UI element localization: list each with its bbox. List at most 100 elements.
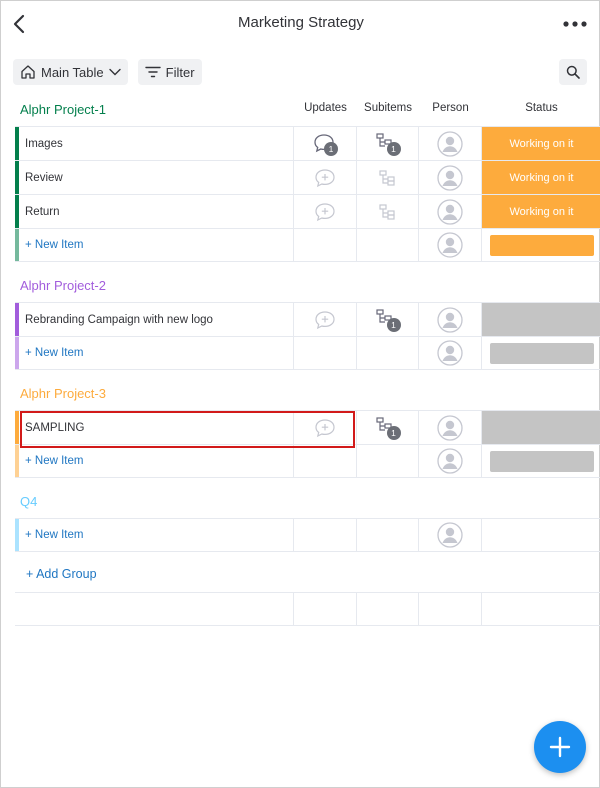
person-cell[interactable] <box>419 411 482 444</box>
top-bar: Marketing Strategy <box>1 1 600 47</box>
person-avatar-icon <box>437 522 463 548</box>
subitems-cell <box>357 229 419 261</box>
new-item-row: + New Item <box>15 444 600 478</box>
subitems-cell[interactable] <box>357 161 419 194</box>
status-label: Working on it <box>482 195 600 228</box>
subitems-cell[interactable] <box>357 195 419 228</box>
search-button[interactable] <box>559 59 587 85</box>
app-window: Marketing Strategy Main Table Filter Alp… <box>0 0 600 788</box>
item-name[interactable]: SAMPLING <box>19 411 294 444</box>
subitems-cell[interactable]: 1 <box>357 411 419 444</box>
person-cell[interactable] <box>419 161 482 194</box>
status-cell[interactable] <box>482 445 600 477</box>
person-cell[interactable] <box>419 229 482 261</box>
empty-table-row <box>15 592 600 626</box>
updates-cell <box>294 229 357 261</box>
board-toolbar: Main Table Filter <box>13 59 202 85</box>
person-cell[interactable] <box>419 445 482 477</box>
item-name[interactable]: Images <box>19 127 294 160</box>
new-item-button[interactable]: + New Item <box>19 337 294 369</box>
group-header: Alphr Project-2 <box>1 269 600 303</box>
group-header: Alphr Project-1 Updates Subitems Person … <box>1 93 600 127</box>
status-cell[interactable]: Working on it <box>482 195 600 228</box>
add-fab-button[interactable] <box>534 721 586 773</box>
updates-cell <box>294 519 357 551</box>
person-avatar-icon <box>437 448 463 474</box>
new-item-row: + New Item <box>15 518 600 552</box>
group-header: Q4 <box>1 485 600 519</box>
status-cell[interactable] <box>482 303 600 336</box>
add-update-icon <box>315 168 335 187</box>
new-item-button[interactable]: + New Item <box>19 229 294 261</box>
updates-cell[interactable] <box>294 303 357 336</box>
person-avatar-icon <box>437 164 463 191</box>
add-update-icon <box>315 418 335 437</box>
add-group-button[interactable]: + Add Group <box>26 567 97 581</box>
status-summary-bar <box>489 234 594 256</box>
updates-cell <box>294 337 357 369</box>
plus-icon <box>549 736 571 758</box>
updates-cell[interactable] <box>294 411 357 444</box>
subitems-cell <box>357 519 419 551</box>
group-title[interactable]: Q4 <box>20 494 37 509</box>
person-avatar-icon <box>437 306 463 333</box>
group-title[interactable]: Alphr Project-2 <box>20 278 106 293</box>
subitems-icon <box>378 169 395 186</box>
group-header: Alphr Project-3 <box>1 377 600 411</box>
group-title[interactable]: Alphr Project-1 <box>20 102 106 117</box>
person-cell[interactable] <box>419 195 482 228</box>
updates-cell[interactable] <box>294 195 357 228</box>
new-item-button[interactable]: + New Item <box>19 519 294 551</box>
empty-cell <box>357 593 419 625</box>
empty-cell <box>419 593 482 625</box>
column-header-subitems: Subitems <box>364 102 412 114</box>
table-row: SAMPLING 1 <box>15 410 600 444</box>
person-cell[interactable] <box>419 337 482 369</box>
table-row: Images 1 1 Working on it <box>15 126 600 160</box>
status-cell[interactable]: Working on it <box>482 161 600 194</box>
main-table-label: Main Table <box>41 64 104 80</box>
board-title: Marketing Strategy <box>238 14 364 31</box>
filter-button[interactable]: Filter <box>137 59 202 85</box>
new-item-row: + New Item <box>15 228 600 262</box>
person-cell[interactable] <box>419 127 482 160</box>
empty-cell <box>294 593 357 625</box>
new-item-row: + New Item <box>15 336 600 370</box>
status-summary-bar <box>489 342 594 364</box>
subitems-icon <box>378 203 395 220</box>
filter-icon <box>144 66 161 78</box>
home-icon <box>21 65 35 79</box>
person-cell[interactable] <box>419 519 482 551</box>
subitems-cell[interactable]: 1 <box>357 127 419 160</box>
status-cell <box>482 519 600 551</box>
table-row: Rebranding Campaign with new logo 1 <box>15 302 600 336</box>
person-avatar-icon <box>437 232 463 258</box>
item-name[interactable]: Rebranding Campaign with new logo <box>19 303 294 336</box>
updates-cell[interactable]: 1 <box>294 127 357 160</box>
status-label: Working on it <box>482 127 600 160</box>
status-cell[interactable]: Working on it <box>482 127 600 160</box>
search-icon <box>566 65 580 79</box>
new-item-button[interactable]: + New Item <box>19 445 294 477</box>
status-summary-bar <box>489 450 594 472</box>
item-name[interactable]: Return <box>19 195 294 228</box>
more-dots-icon <box>563 21 587 27</box>
person-avatar-icon <box>437 198 463 225</box>
subitems-cell <box>357 337 419 369</box>
item-name[interactable]: Review <box>19 161 294 194</box>
more-options-button[interactable] <box>563 13 587 35</box>
subitems-count-badge: 1 <box>386 141 401 156</box>
empty-cell <box>15 593 294 625</box>
person-cell[interactable] <box>419 303 482 336</box>
column-header-person: Person <box>432 102 469 114</box>
status-cell[interactable] <box>482 337 600 369</box>
subitems-cell[interactable]: 1 <box>357 303 419 336</box>
chevron-down-icon <box>108 68 121 76</box>
updates-cell[interactable] <box>294 161 357 194</box>
main-table-dropdown[interactable]: Main Table <box>13 59 128 85</box>
table-row: Return Working on it <box>15 194 600 228</box>
status-cell[interactable] <box>482 229 600 261</box>
add-update-icon <box>315 310 335 329</box>
group-title[interactable]: Alphr Project-3 <box>20 386 106 401</box>
status-cell[interactable] <box>482 411 600 444</box>
